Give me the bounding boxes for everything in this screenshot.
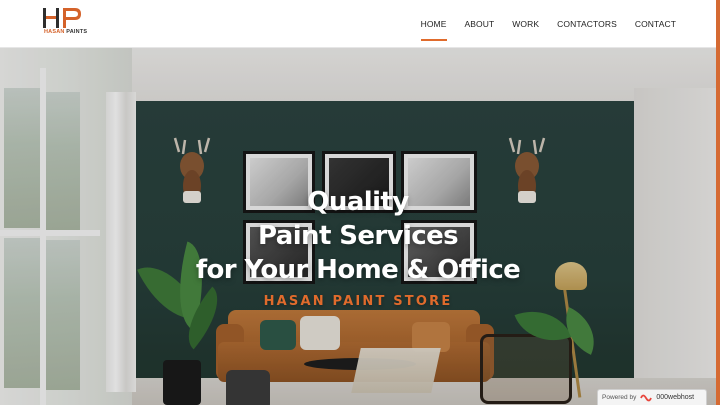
hero-headline: Quality Paint Services for Your Home & O… xyxy=(0,185,716,287)
hero-headline-line-2: Paint Services xyxy=(258,221,459,251)
powered-by-host: 000webhost xyxy=(656,394,695,401)
hero-subtitle: HASAN PAINT STORE xyxy=(263,294,453,309)
000webhost-logo-icon xyxy=(640,394,653,401)
nav-item-contact[interactable]: CONTACT xyxy=(635,15,676,33)
powered-by-badge[interactable]: Powered by 000webhost xyxy=(597,389,707,405)
powered-by-label: Powered by xyxy=(602,394,637,401)
page-scrollbar[interactable] xyxy=(716,0,720,405)
nav-item-home[interactable]: HOME xyxy=(420,15,447,41)
hero-headline-line-3: for Your Home & Office xyxy=(195,255,521,285)
main-nav: HOME ABOUT WORK CONTACTORS CONTACT xyxy=(420,0,676,48)
site-header: HASAN PAINTS HOME ABOUT WORK CONTACTORS … xyxy=(0,0,720,48)
hero-headline-line-1: Quality xyxy=(307,187,409,217)
nav-item-contactors[interactable]: CONTACTORS xyxy=(557,15,617,33)
brand-wordmark: HASAN PAINTS xyxy=(44,29,87,35)
brand-name-part1: HASAN xyxy=(44,29,65,35)
hero-section: Quality Paint Services for Your Home & O… xyxy=(0,48,716,405)
nav-item-work[interactable]: WORK xyxy=(512,15,539,33)
nav-item-about[interactable]: ABOUT xyxy=(465,15,495,33)
brand-name-part2: PAINTS xyxy=(66,29,88,35)
